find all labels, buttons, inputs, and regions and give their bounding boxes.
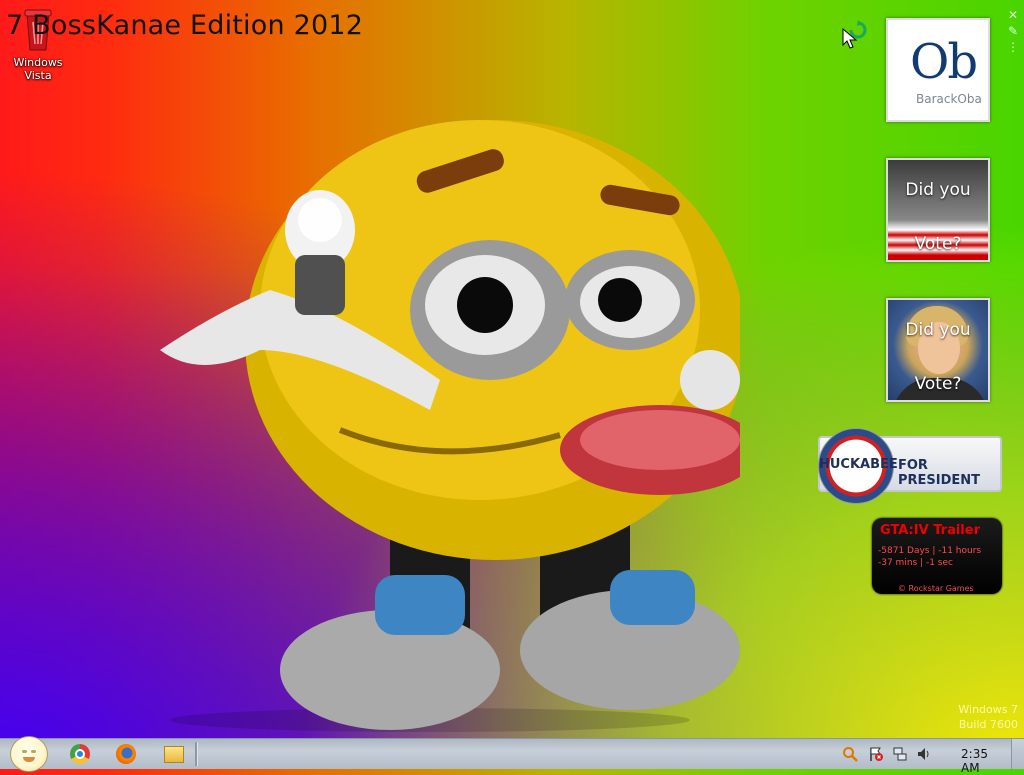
gta-title: GTA:IV Trailer <box>880 523 980 538</box>
gta-credit: © Rockstar Games <box>898 584 974 593</box>
start-face-eye-left <box>22 750 27 753</box>
desktop-icon-label: Windows Vista <box>8 56 68 82</box>
gadget-obama-caption: BarackOba <box>916 92 982 106</box>
gta-countdown-line2: -37 mins | -1 sec <box>878 558 953 568</box>
mouse-cursor-icon <box>842 28 858 49</box>
gadget-vote-2[interactable]: Did you Vote? <box>886 298 990 402</box>
search-icon[interactable] <box>842 746 858 762</box>
firefox-icon[interactable] <box>116 744 136 764</box>
taskbar: 2:35 AM <box>0 736 1024 775</box>
wrench-icon[interactable]: ✎ <box>1006 24 1020 38</box>
gadget-toolbar: ✕ ✎ ⋮ <box>1004 6 1022 66</box>
huckabee-name: HUCKABEE <box>819 457 898 472</box>
gadget-vote-1[interactable]: Did you Vote? <box>886 158 990 262</box>
gadget-obama-logo: Ob <box>910 34 978 90</box>
huckabee-badge: HUCKABEE <box>818 428 898 504</box>
volume-icon[interactable] <box>916 746 932 762</box>
explorer-icon[interactable] <box>164 746 184 763</box>
gta-countdown-line1: -5871 Days | -11 hours <box>878 546 982 556</box>
chrome-icon[interactable] <box>70 744 90 764</box>
desktop-icon-label-line1: Windows <box>13 56 63 69</box>
gadget-vote-2-line2: Vote? <box>914 374 962 394</box>
watermark-line2: Build 7600 <box>958 718 1018 731</box>
os-watermark: Windows 7 Build 7600 <box>958 702 1018 732</box>
show-desktop-button[interactable] <box>1011 739 1024 769</box>
drag-handle-icon[interactable]: ⋮ <box>1006 40 1020 54</box>
close-icon[interactable]: ✕ <box>1006 8 1020 22</box>
action-center-flag-icon[interactable] <box>868 746 884 762</box>
gadget-vote-2-line1: Did you <box>905 320 971 340</box>
gadget-gta-countdown[interactable]: GTA:IV Trailer -5871 Days | -11 hours -3… <box>872 518 1002 594</box>
gadget-obama[interactable]: Ob BarackOba <box>886 18 990 122</box>
gadget-vote-1-line1: Did you <box>905 180 971 200</box>
gadget-vote-1-line2: Vote? <box>914 234 962 254</box>
watermark-line1: Windows 7 <box>958 703 1018 716</box>
desktop-icon-label-line2: Vista <box>24 69 52 82</box>
network-icon[interactable] <box>892 746 908 762</box>
start-face-mouth <box>23 757 35 762</box>
taskbar-divider <box>195 742 198 766</box>
start-button[interactable] <box>10 736 48 772</box>
gadget-huckabee[interactable]: HUCKABEE FOR PRESIDENT <box>818 428 1002 504</box>
huckabee-tagline: FOR PRESIDENT <box>898 458 981 488</box>
desktop-title: 7 BossKanae Edition 2012 <box>6 10 364 41</box>
clock[interactable]: 2:35 AM <box>961 747 988 775</box>
start-face-eye-right <box>31 750 36 753</box>
wallpaper-mascot <box>160 120 740 732</box>
